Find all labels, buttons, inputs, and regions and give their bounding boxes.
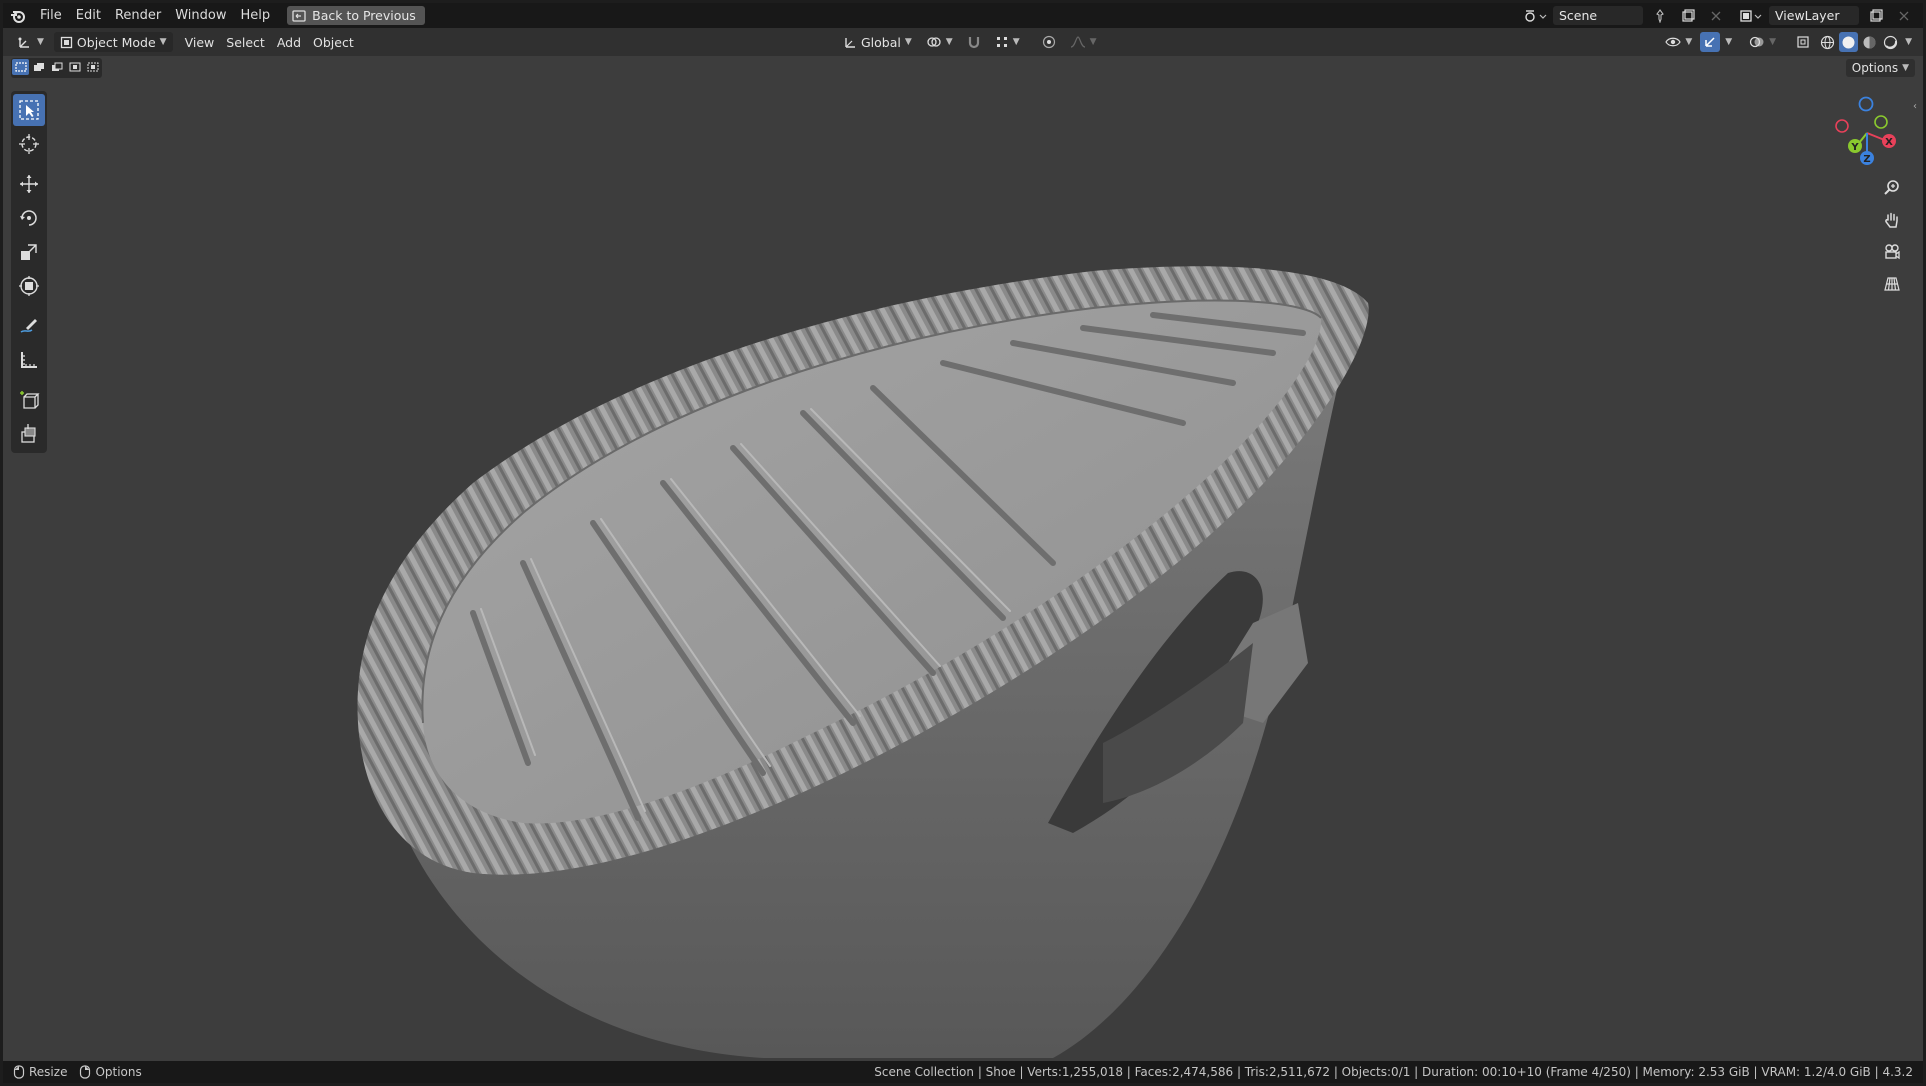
tool-annotate[interactable] bbox=[13, 310, 45, 342]
tool-cursor[interactable] bbox=[13, 128, 45, 160]
resize-hint: Resize bbox=[29, 1065, 68, 1079]
add-cube-icon bbox=[20, 391, 40, 409]
tool-transform[interactable] bbox=[13, 270, 45, 302]
status-bar: Resize Options Scene Collection | Shoe |… bbox=[3, 1061, 1923, 1083]
cursor-icon bbox=[19, 134, 39, 154]
perspective-grid-icon[interactable] bbox=[1879, 271, 1905, 297]
viewport-canvas[interactable] bbox=[3, 3, 1923, 1058]
zoom-icon[interactable] bbox=[1879, 175, 1905, 201]
status-hints: Resize Options bbox=[3, 1065, 142, 1079]
options-hint: Options bbox=[95, 1065, 142, 1079]
navigation-buttons bbox=[1879, 175, 1905, 297]
gizmo-neg-z-icon[interactable] bbox=[1858, 96, 1874, 112]
annotate-pencil-icon bbox=[20, 319, 37, 333]
sidebar-toggle-icon[interactable]: ‹ bbox=[1913, 101, 1921, 113]
gizmo-z-label: Z bbox=[1863, 154, 1870, 165]
tool-shelf bbox=[11, 91, 47, 453]
pan-hand-icon[interactable] bbox=[1879, 207, 1905, 233]
select-box-icon bbox=[19, 100, 39, 120]
tool-measure[interactable] bbox=[13, 344, 45, 376]
tool-move[interactable] bbox=[13, 168, 45, 200]
mouse-right-icon bbox=[80, 1065, 91, 1079]
rotate-icon bbox=[20, 210, 37, 226]
transform-icon bbox=[19, 276, 39, 296]
mouse-left-icon bbox=[13, 1065, 25, 1079]
scale-icon bbox=[21, 244, 37, 260]
move-icon bbox=[20, 175, 38, 193]
tool-select-box[interactable] bbox=[13, 94, 45, 126]
gizmo-x-label: X bbox=[1885, 137, 1893, 148]
measure-ruler-icon bbox=[21, 352, 37, 368]
extrude-icon bbox=[21, 424, 36, 443]
gizmo-neg-x-icon[interactable] bbox=[1835, 119, 1849, 133]
navigation-gizmo[interactable]: X Y Z bbox=[1829, 91, 1909, 171]
blender-window: File Edit Render Window Help Back to Pre… bbox=[3, 3, 1923, 1083]
scene-statistics: Scene Collection | Shoe | Verts:1,255,01… bbox=[874, 1065, 1913, 1079]
gizmo-neg-y-icon[interactable] bbox=[1874, 115, 1888, 129]
shoe-model[interactable] bbox=[357, 266, 1369, 1058]
camera-view-icon[interactable] bbox=[1879, 239, 1905, 265]
tool-add-cube[interactable] bbox=[13, 384, 45, 416]
tool-rotate[interactable] bbox=[13, 202, 45, 234]
gizmo-y-label: Y bbox=[1850, 142, 1859, 153]
tool-extrude[interactable] bbox=[13, 418, 45, 450]
tool-scale[interactable] bbox=[13, 236, 45, 268]
